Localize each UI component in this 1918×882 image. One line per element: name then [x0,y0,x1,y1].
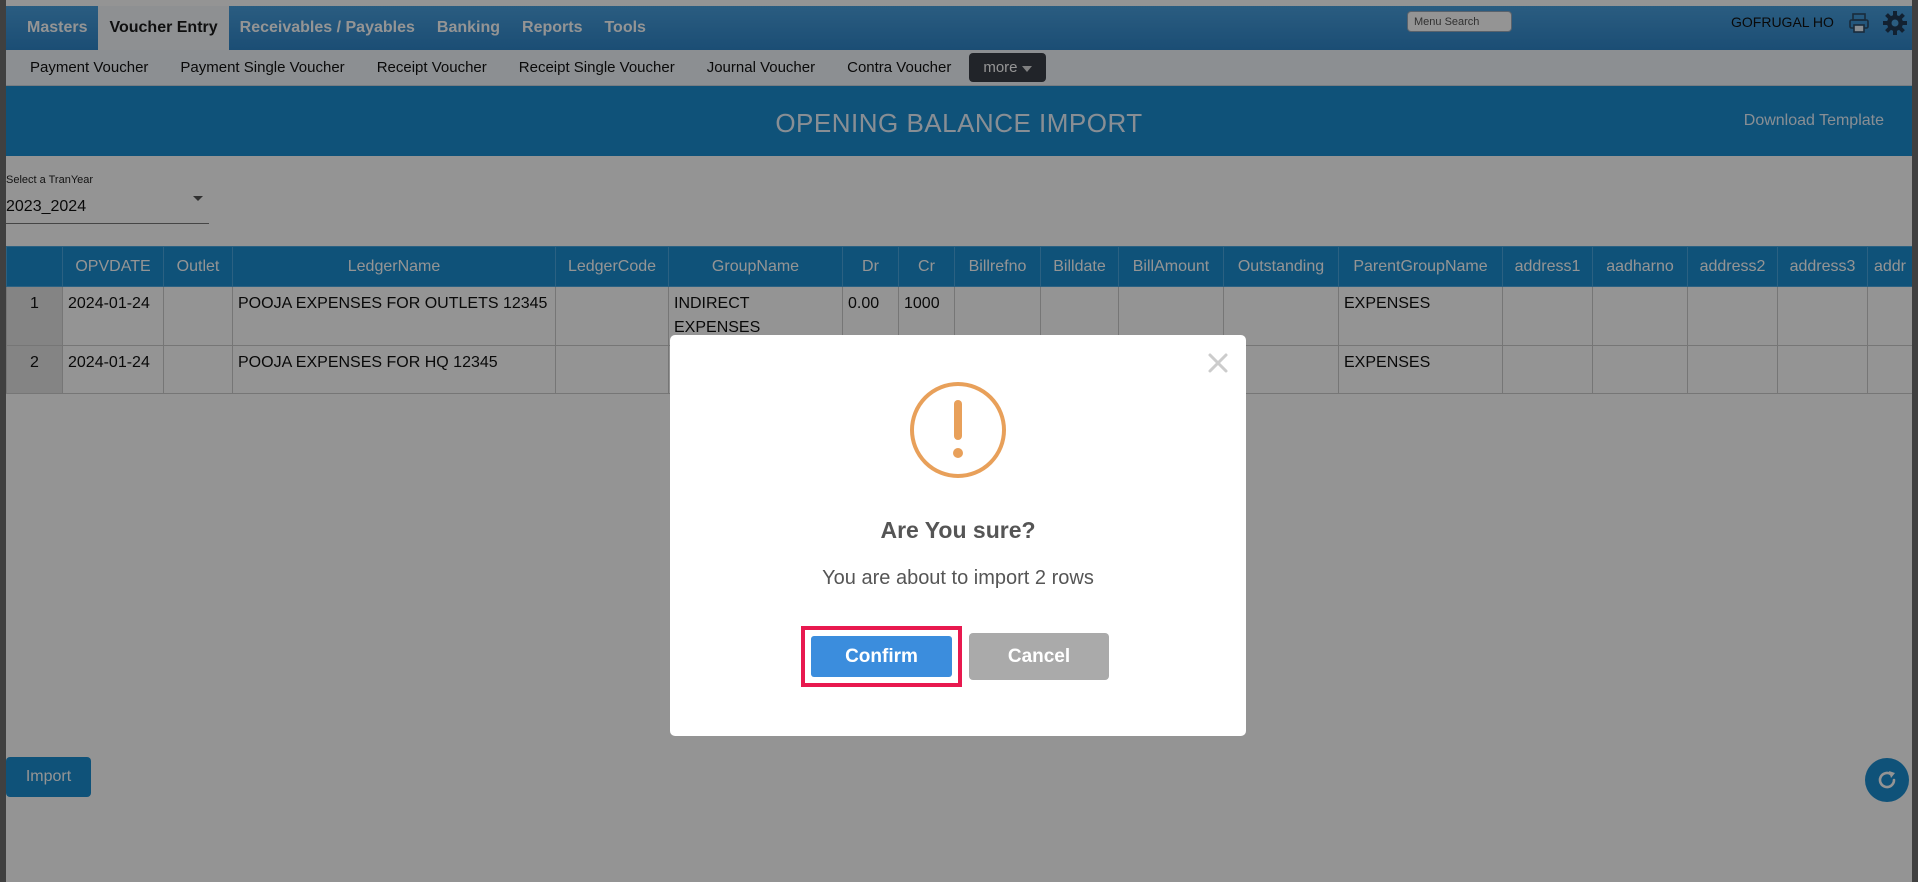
confirm-button[interactable]: Confirm [811,636,952,677]
warning-icon [910,382,1006,478]
confirm-dialog: Are You sure? You are about to import 2 … [670,335,1246,736]
close-icon[interactable] [1204,349,1232,377]
dialog-message: You are about to import 2 rows [822,567,1094,589]
dialog-title: Are You sure? [880,517,1036,543]
confirm-highlight: Confirm [801,626,962,687]
cancel-button[interactable]: Cancel [969,633,1109,680]
